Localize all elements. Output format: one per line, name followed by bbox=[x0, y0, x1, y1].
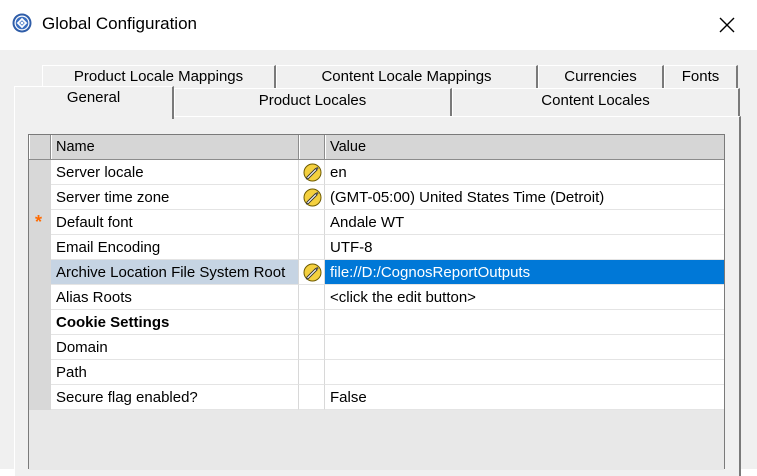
row-marker bbox=[29, 285, 51, 310]
property-value[interactable]: file://D:/CognosReportOutputs bbox=[325, 260, 724, 285]
property-row-default-font[interactable]: * Default font Andale WT bbox=[29, 210, 724, 235]
property-row-domain[interactable]: Domain bbox=[29, 335, 724, 360]
property-name: Path bbox=[51, 360, 299, 385]
row-marker bbox=[29, 185, 51, 210]
window-title: Global Configuration bbox=[42, 14, 197, 33]
tab-label: Currencies bbox=[564, 68, 637, 85]
tab-label: Product Locales bbox=[258, 92, 367, 109]
row-marker bbox=[29, 310, 51, 335]
edit-icon-cell bbox=[299, 285, 325, 310]
tab-label: General bbox=[66, 89, 121, 106]
row-marker bbox=[29, 260, 51, 285]
property-value[interactable]: False bbox=[325, 385, 724, 410]
property-name: Secure flag enabled? bbox=[51, 385, 299, 410]
property-value[interactable]: (GMT-05:00) United States Time (Detroit) bbox=[325, 185, 724, 210]
edit-icon-cell bbox=[299, 385, 325, 410]
edit-icon-cell bbox=[299, 235, 325, 260]
row-marker: * bbox=[29, 210, 51, 235]
tab-fonts[interactable]: Fonts bbox=[664, 65, 738, 90]
row-marker bbox=[29, 160, 51, 185]
tab-general[interactable]: General bbox=[14, 86, 174, 119]
property-value bbox=[325, 310, 724, 335]
property-name: Server time zone bbox=[51, 185, 299, 210]
cognos-app-icon bbox=[12, 13, 32, 33]
property-row-email-encoding[interactable]: Email Encoding UTF-8 bbox=[29, 235, 724, 260]
edit-icon-cell bbox=[299, 210, 325, 235]
header-icon-cell bbox=[299, 135, 325, 159]
edit-icon-cell bbox=[299, 160, 325, 185]
property-row-server-time-zone[interactable]: Server time zone (GMT-05:00) United Stat… bbox=[29, 185, 724, 210]
tab-label: Content Locale Mappings bbox=[321, 68, 492, 85]
title-bar: Global Configuration bbox=[0, 0, 757, 50]
edit-icon-cell bbox=[299, 185, 325, 210]
property-value[interactable] bbox=[325, 360, 724, 385]
row-marker bbox=[29, 335, 51, 360]
tab-label: Product Locale Mappings bbox=[73, 68, 244, 85]
edit-icon[interactable] bbox=[303, 188, 322, 207]
tab-content-locale-mappings[interactable]: Content Locale Mappings bbox=[276, 65, 538, 90]
grid-empty-area bbox=[29, 415, 724, 470]
property-value[interactable]: <click the edit button> bbox=[325, 285, 724, 310]
tab-content-locales[interactable]: Content Locales bbox=[452, 88, 740, 116]
group-header: Cookie Settings bbox=[51, 310, 299, 335]
property-row-alias-roots[interactable]: Alias Roots <click the edit button> bbox=[29, 285, 724, 310]
edit-icon-cell bbox=[299, 360, 325, 385]
tab-product-locales[interactable]: Product Locales bbox=[174, 88, 452, 116]
property-name: Alias Roots bbox=[51, 285, 299, 310]
property-row-secure-flag[interactable]: Secure flag enabled? False bbox=[29, 385, 724, 410]
grid-header: Name Value bbox=[29, 135, 724, 160]
property-name: Email Encoding bbox=[51, 235, 299, 260]
row-marker bbox=[29, 360, 51, 385]
property-name: Domain bbox=[51, 335, 299, 360]
close-icon bbox=[719, 17, 735, 33]
edit-icon-cell bbox=[299, 335, 325, 360]
column-header-name[interactable]: Name bbox=[51, 135, 299, 159]
row-marker bbox=[29, 235, 51, 260]
property-name: Archive Location File System Root bbox=[51, 260, 299, 285]
property-value[interactable]: UTF-8 bbox=[325, 235, 724, 260]
header-marker-cell bbox=[29, 135, 51, 159]
property-grid: Name Value Server locale en Server time … bbox=[28, 134, 725, 470]
property-group-cookie-settings: Cookie Settings bbox=[29, 310, 724, 335]
property-name: Default font bbox=[51, 210, 299, 235]
required-marker: * bbox=[35, 212, 43, 232]
property-row-archive-location[interactable]: Archive Location File System Root file:/… bbox=[29, 260, 724, 285]
tab-label: Fonts bbox=[681, 68, 720, 85]
tab-currencies[interactable]: Currencies bbox=[538, 65, 664, 90]
column-header-value[interactable]: Value bbox=[325, 135, 724, 159]
row-marker bbox=[29, 385, 51, 410]
edit-icon-cell bbox=[299, 310, 325, 335]
edit-icon[interactable] bbox=[303, 163, 322, 182]
property-row-path[interactable]: Path bbox=[29, 360, 724, 385]
property-name: Server locale bbox=[51, 160, 299, 185]
tab-label: Content Locales bbox=[541, 92, 650, 109]
close-button[interactable] bbox=[705, 8, 749, 42]
property-value[interactable]: en bbox=[325, 160, 724, 185]
property-row-server-locale[interactable]: Server locale en bbox=[29, 160, 724, 185]
property-value[interactable] bbox=[325, 335, 724, 360]
edit-icon-cell bbox=[299, 260, 325, 285]
property-value[interactable]: Andale WT bbox=[325, 210, 724, 235]
edit-icon[interactable] bbox=[303, 263, 322, 282]
